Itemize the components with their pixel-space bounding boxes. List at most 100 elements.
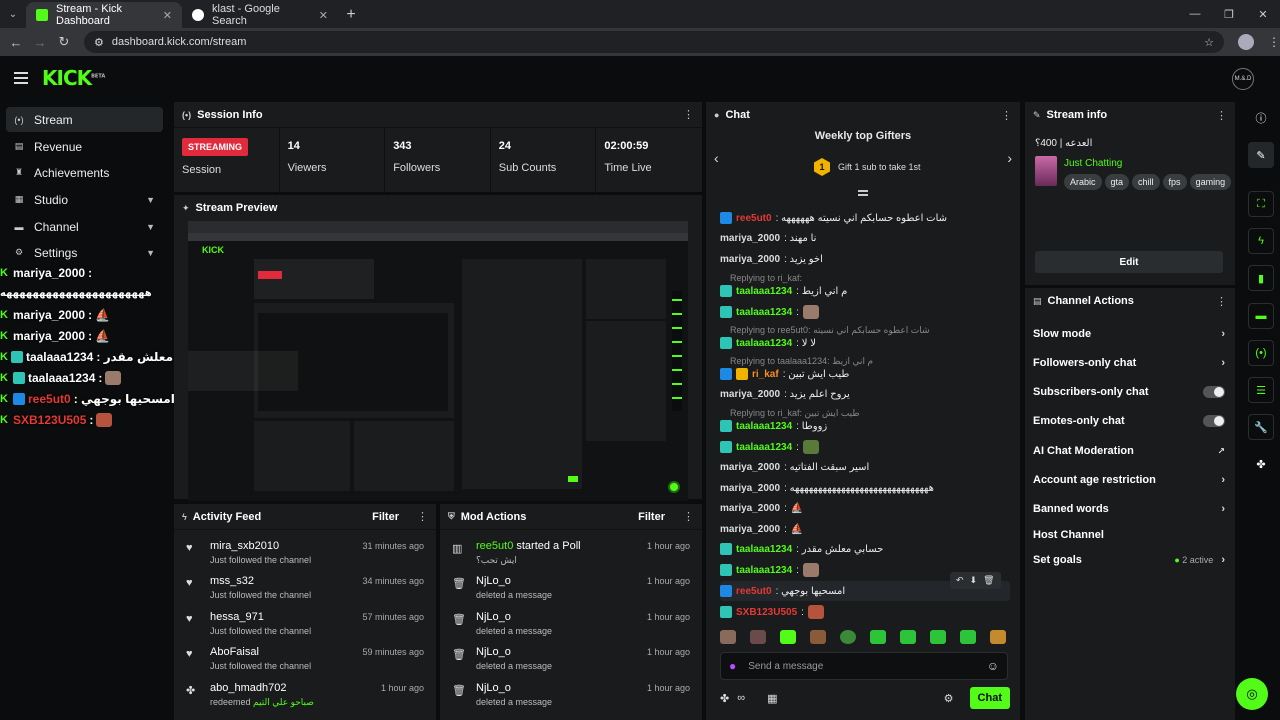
category-thumbnail[interactable] (1035, 156, 1057, 186)
info-icon[interactable]: ⓘ (1248, 105, 1274, 131)
mod-user[interactable]: NjLo_o (476, 646, 552, 658)
chevron-right-icon[interactable]: › (1007, 150, 1012, 166)
close-tab-icon[interactable]: ✕ (319, 9, 328, 22)
mod-user[interactable]: NjLo_o (476, 611, 552, 623)
chat-input[interactable]: ● Send a message ☺ (720, 652, 1008, 680)
delete-icon[interactable]: 🗑 (983, 575, 994, 586)
bookmark-star-icon[interactable]: ☆ (1204, 36, 1214, 49)
more-options-icon[interactable]: ⋮ (1216, 109, 1227, 122)
emote-icon[interactable] (990, 630, 1006, 644)
back-icon[interactable]: ← (4, 35, 28, 50)
forward-icon[interactable]: → (28, 35, 52, 50)
sidebar-item-studio[interactable]: ▦ Studio ▼ (6, 187, 163, 212)
filter-button[interactable]: Filter (638, 511, 665, 523)
chat-send-button[interactable]: Chat (969, 687, 1010, 709)
pinned-toggle-icon[interactable] (858, 190, 868, 196)
chat-message[interactable]: ri_kaf: طيب ايش تبين (720, 364, 849, 384)
minimize-icon[interactable]: — (1178, 0, 1212, 28)
tab-search-icon[interactable]: ⌄ (0, 0, 26, 28)
edit-layout-icon[interactable]: ✎ (1248, 142, 1274, 168)
chat-message[interactable]: ree5ut0: شات اعطوه حسابكم اني نسيته هههه… (720, 208, 947, 228)
banned-words-row[interactable]: Banned words › (1033, 496, 1225, 522)
chat-message[interactable]: mariya_2000: يروح اعلم يزيد (720, 384, 850, 404)
emoji-icon[interactable]: ☺ (987, 659, 999, 673)
more-options-icon[interactable]: ⋮ (683, 108, 694, 121)
stream-preview-video[interactable]: KICK (188, 221, 688, 501)
emotes-only-toggle[interactable] (1203, 415, 1225, 427)
browser-menu-icon[interactable]: ⋮ (1268, 35, 1280, 49)
emote-icon[interactable] (900, 630, 916, 644)
broadcast-icon[interactable]: (•) (1248, 340, 1274, 366)
chat-message[interactable]: mariya_2000: ⛵ (720, 498, 803, 518)
emote-icon[interactable] (960, 630, 976, 644)
chat-message[interactable]: mariya_2000: ⛵ (720, 519, 803, 539)
more-options-icon[interactable]: ⋮ (683, 510, 694, 523)
tag[interactable]: Arabic (1064, 174, 1102, 190)
pin-icon[interactable]: ⬇ (970, 575, 978, 586)
sidebar-item-achievements[interactable]: ♜ Achievements (6, 160, 163, 185)
restore-icon[interactable]: ❐ (1212, 0, 1246, 28)
emote-icon[interactable] (930, 630, 946, 644)
support-chat-button[interactable]: ◎ (1236, 678, 1268, 710)
reply-icon[interactable]: ↶ (956, 575, 964, 586)
chat-message[interactable]: taalaaa1234: (720, 302, 819, 322)
url-field[interactable]: ⚙ dashboard.kick.com/stream ☆ (84, 31, 1224, 53)
list-icon[interactable]: ☰ (1248, 377, 1274, 403)
sidebar-item-revenue[interactable]: ▤ Revenue (6, 134, 163, 159)
chat-message[interactable]: mariya_2000: نا مهند (720, 228, 816, 248)
chat-message[interactable]: mariya_2000: اخو يزيد (720, 249, 823, 269)
chat-message[interactable]: taalaaa1234: (720, 560, 819, 580)
tag[interactable]: gaming (1189, 174, 1232, 190)
points-icon[interactable]: ✤ (720, 692, 729, 705)
sidebar-item-channel[interactable]: ▬ Channel ▼ (6, 214, 163, 239)
menu-icon[interactable] (14, 72, 28, 84)
emote-icon[interactable] (720, 630, 736, 644)
activity-user[interactable]: mira_sxb2010 (210, 540, 311, 552)
chevron-left-icon[interactable]: ‹ (714, 150, 719, 166)
mod-user[interactable]: NjLo_o (476, 682, 552, 694)
more-options-icon[interactable]: ⋮ (1216, 295, 1227, 308)
activity-user[interactable]: abo_hmadh702 (210, 682, 314, 694)
subscribers-only-toggle[interactable] (1203, 386, 1225, 398)
browser-tab-kick[interactable]: Stream - Kick Dashboard ✕ (26, 2, 182, 28)
chat-message[interactable]: mariya_2000: ههههههههههههههههههههههههههه… (720, 478, 934, 498)
close-window-icon[interactable]: ✕ (1246, 0, 1280, 28)
wrench-icon[interactable]: 🔧 (1248, 414, 1274, 440)
profile-icon[interactable] (1238, 34, 1254, 50)
filter-button[interactable]: Filter (372, 511, 399, 523)
slow-mode-row[interactable]: Slow mode › (1033, 321, 1225, 347)
edit-stream-info-button[interactable]: Edit (1035, 251, 1223, 273)
sidebar-item-stream[interactable]: (•) Stream (6, 107, 163, 132)
chat-message[interactable]: taalaaa1234: (720, 437, 819, 457)
more-options-icon[interactable]: ⋮ (1001, 109, 1012, 122)
chat-icon[interactable]: ▬ (1248, 303, 1274, 329)
set-goals-row[interactable]: Set goals ● 2 active › (1033, 547, 1225, 573)
emote-icon[interactable] (870, 630, 886, 644)
mod-user[interactable]: ree5ut0 (476, 540, 513, 552)
account-age-row[interactable]: Account age restriction › (1033, 467, 1225, 493)
store-icon[interactable]: ▦ (767, 692, 777, 705)
points-icon[interactable]: ✤ (1248, 451, 1274, 477)
user-avatar[interactable]: M.&.D (1232, 68, 1254, 90)
followers-only-row[interactable]: Followers-only chat › (1033, 350, 1225, 376)
chat-message[interactable]: taalaaa1234: حسابي معلش مقدر (720, 539, 883, 559)
activity-user[interactable]: mss_s32 (210, 575, 311, 587)
document-icon[interactable]: ▮ (1248, 265, 1274, 291)
browser-tab-google[interactable]: klast - Google Search ✕ (182, 2, 338, 28)
emote-icon[interactable] (810, 630, 826, 644)
kick-logo[interactable]: KICKBETA (42, 66, 105, 90)
category-name[interactable]: Just Chatting (1064, 158, 1122, 169)
emote-icon[interactable] (750, 630, 766, 644)
tag[interactable]: fps (1162, 174, 1187, 190)
mod-user[interactable]: NjLo_o (476, 575, 552, 587)
chat-settings-icon[interactable]: ⚙ (944, 692, 954, 705)
activity-user[interactable]: AboFaisal (210, 646, 311, 658)
ai-moderation-row[interactable]: AI Chat Moderation ↗ (1033, 438, 1225, 464)
chat-message[interactable]: SXB123U505: (720, 602, 824, 622)
host-channel-row[interactable]: Host Channel (1033, 522, 1225, 548)
infinity-icon[interactable]: ∞ (737, 692, 745, 704)
bolt-icon[interactable]: ϟ (1248, 228, 1274, 254)
chat-message[interactable]: taalaaa1234: م اني ازيط (720, 281, 847, 301)
more-options-icon[interactable]: ⋮ (417, 510, 428, 523)
chat-message[interactable]: taalaaa1234: زووطا (720, 416, 827, 436)
